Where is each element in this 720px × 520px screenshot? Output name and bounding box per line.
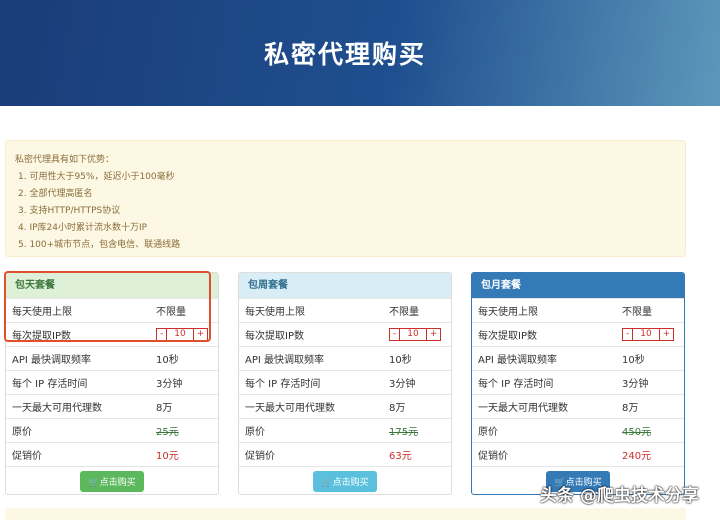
buy-button[interactable]: 🛒点击购买 [80, 471, 144, 492]
alive-label: 每个 IP 存活时间 [12, 379, 88, 390]
advantage-item: 3. 支持HTTP/HTTPS协议 [18, 206, 121, 216]
decrement-button[interactable]: - [390, 329, 399, 340]
sale-label: 促销价 [12, 451, 42, 462]
ip-count-value[interactable]: 10 [166, 329, 194, 340]
max-label: 一天最大可用代理数 [478, 403, 568, 414]
plan-title: 包天套餐 [6, 273, 218, 298]
api-label: API 最快调取频率 [245, 355, 324, 366]
plan-row-sale: 促销价 10元 [6, 442, 218, 466]
plan-row-orig: 原价 175元 [239, 418, 451, 442]
sale-label: 促销价 [478, 451, 508, 462]
advantage-item: 2. 全部代理高匿名 [18, 189, 93, 199]
plan-row-alive: 每个 IP 存活时间 3分钟 [472, 370, 684, 394]
ip-label: 每次提取IP数 [478, 331, 537, 342]
advantage-item: 4. IP库24小时累计流水数十万IP [18, 223, 148, 233]
plan-row-limit: 每天使用上限 不限量 [6, 298, 218, 322]
plan-row-sale: 促销价 240元 [472, 442, 684, 466]
plan-row-limit: 每天使用上限 不限量 [472, 298, 684, 322]
increment-button[interactable]: + [660, 329, 674, 340]
advantage-item: 5. 100+城市节点，包含电信、联通线路 [18, 240, 181, 250]
plan-row-max: 一天最大可用代理数 8万 [472, 394, 684, 418]
watermark: 头条 @爬虫技术分享 [540, 486, 699, 506]
orig-label: 原价 [12, 427, 32, 438]
plan-card-weekly: 包周套餐每天使用上限 不限量每次提取IP数 -10 + API 最快调取频率 10秒每个 … [238, 272, 452, 495]
limit-value: 不限量 [622, 307, 652, 318]
notice-strip [5, 508, 686, 520]
alive-value: 3分钟 [622, 379, 649, 390]
plan-row-ip: 每次提取IP数 -10 + [472, 322, 684, 346]
plan-row-api: API 最快调取频率 10秒 [6, 346, 218, 370]
max-value: 8万 [156, 403, 173, 414]
limit-label: 每天使用上限 [245, 307, 305, 318]
api-value: 10秒 [622, 355, 645, 366]
orig-value: 450元 [622, 427, 652, 438]
max-value: 8万 [622, 403, 639, 414]
decrement-button[interactable]: - [623, 329, 632, 340]
buy-button[interactable]: 🛒点击购买 [313, 471, 377, 492]
ip-count-stepper[interactable]: -10 + [389, 328, 442, 341]
plan-row-alive: 每个 IP 存活时间 3分钟 [6, 370, 218, 394]
ip-label: 每次提取IP数 [245, 331, 304, 342]
orig-label: 原价 [245, 427, 265, 438]
alive-value: 3分钟 [389, 379, 416, 390]
increment-button[interactable]: + [427, 329, 441, 340]
max-label: 一天最大可用代理数 [245, 403, 335, 414]
buy-label: 点击购买 [332, 477, 369, 487]
orig-label: 原价 [478, 427, 498, 438]
limit-label: 每天使用上限 [478, 307, 538, 318]
plan-row-ip: 每次提取IP数 -10 + [239, 322, 451, 346]
plan-row-limit: 每天使用上限 不限量 [239, 298, 451, 322]
alive-label: 每个 IP 存活时间 [478, 379, 554, 390]
page-banner: 私密代理购买 [0, 0, 720, 106]
ip-count-value[interactable]: 10 [632, 329, 660, 340]
alive-label: 每个 IP 存活时间 [245, 379, 321, 390]
sale-label: 促销价 [245, 451, 275, 462]
limit-label: 每天使用上限 [12, 307, 72, 318]
max-label: 一天最大可用代理数 [12, 403, 102, 414]
plan-card-monthly: 包月套餐每天使用上限 不限量每次提取IP数 -10 + API 最快调取频率 10秒每个 … [471, 272, 685, 495]
plan-title: 包月套餐 [472, 273, 684, 298]
increment-button[interactable]: + [194, 329, 208, 340]
ip-count-value[interactable]: 10 [399, 329, 427, 340]
plan-row-ip: 每次提取IP数 -10 + [6, 322, 218, 346]
sale-value: 10元 [156, 451, 179, 462]
plan-row-api: API 最快调取频率 10秒 [472, 346, 684, 370]
plan-card-daily: 包天套餐每天使用上限 不限量每次提取IP数 -10 + API 最快调取频率 10秒每个 … [5, 272, 219, 495]
orig-value: 25元 [156, 427, 179, 438]
api-label: API 最快调取频率 [12, 355, 91, 366]
page-title: 私密代理购买 [263, 40, 426, 69]
ip-label: 每次提取IP数 [12, 331, 71, 342]
ip-count-stepper[interactable]: -10 + [622, 328, 675, 341]
plan-row-sale: 促销价 63元 [239, 442, 451, 466]
max-value: 8万 [389, 403, 406, 414]
limit-value: 不限量 [156, 307, 186, 318]
limit-value: 不限量 [389, 307, 419, 318]
cart-icon: 🛒 [88, 477, 100, 487]
sale-value: 63元 [389, 451, 412, 462]
plan-row-api: API 最快调取频率 10秒 [239, 346, 451, 370]
advantages-intro: 私密代理具有如下优势： [15, 155, 115, 165]
alive-value: 3分钟 [156, 379, 183, 390]
advantages-box: 私密代理具有如下优势： 1. 可用性大于95%，延迟小于100毫秒 2. 全部代… [5, 140, 686, 257]
plan-row-orig: 原价 25元 [6, 418, 218, 442]
plan-row-max: 一天最大可用代理数 8万 [239, 394, 451, 418]
buy-label: 点击购买 [99, 477, 136, 487]
sale-value: 240元 [622, 451, 652, 462]
orig-value: 175元 [389, 427, 419, 438]
api-label: API 最快调取频率 [478, 355, 557, 366]
cart-icon: 🛒 [321, 477, 333, 487]
plan-row-orig: 原价 450元 [472, 418, 684, 442]
plan-row-max: 一天最大可用代理数 8万 [6, 394, 218, 418]
plan-title: 包周套餐 [239, 273, 451, 298]
decrement-button[interactable]: - [157, 329, 166, 340]
advantage-item: 1. 可用性大于95%，延迟小于100毫秒 [18, 172, 175, 182]
api-value: 10秒 [389, 355, 412, 366]
ip-count-stepper[interactable]: -10 + [156, 328, 209, 341]
api-value: 10秒 [156, 355, 179, 366]
plan-row-alive: 每个 IP 存活时间 3分钟 [239, 370, 451, 394]
